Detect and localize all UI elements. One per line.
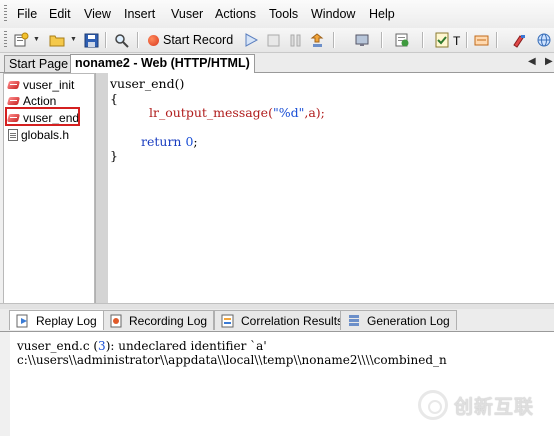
toolbar-separator [333, 32, 335, 48]
code-return-keyword: return [141, 134, 182, 149]
tab-recording-log[interactable]: Recording Log [103, 310, 215, 330]
tab-recording-log-label: Recording Log [129, 313, 208, 328]
tree-item-label: Action [23, 94, 57, 108]
stop-icon[interactable] [265, 31, 281, 49]
toolbar-t-label: T [453, 34, 461, 48]
play-icon[interactable] [243, 31, 259, 49]
rendezvous-icon[interactable] [473, 31, 489, 49]
toolbar-separator [137, 32, 139, 48]
document-tabs: Start Page noname2 - Web (HTTP/HTML) ◀ ▶ [0, 53, 554, 73]
code-line-close-brace: } [110, 148, 118, 163]
runtime-settings-icon[interactable] [353, 31, 371, 49]
new-dropdown-icon[interactable]: ▼ [33, 36, 40, 43]
tab-generation-log-label: Generation Log [367, 313, 450, 328]
start-record-label: Start Record [163, 33, 234, 47]
log-error-prefix: vuser_end.c ( [17, 339, 99, 353]
menu-tools[interactable]: Tools [269, 7, 298, 21]
new-script-icon[interactable] [12, 31, 30, 49]
menu-vuser[interactable]: Vuser [171, 7, 203, 21]
toolbar-separator [466, 32, 468, 48]
record-icon [148, 34, 159, 46]
log-error-line-number: 3 [98, 339, 106, 353]
web-icon[interactable] [535, 31, 553, 49]
menu-grip[interactable] [4, 5, 7, 23]
menu-help[interactable]: Help [369, 7, 395, 21]
find-icon[interactable] [112, 31, 130, 49]
tab-noname2[interactable]: noname2 - Web (HTTP/HTML) [70, 54, 255, 73]
highlight-annotation-box [5, 107, 80, 126]
tree-item-vuser-init[interactable]: vuser_init [8, 77, 74, 93]
highlight-icon[interactable] [510, 31, 528, 49]
toolbar-separator [496, 32, 498, 48]
add-step-icon[interactable] [393, 31, 411, 49]
tab-correlation-results[interactable]: Correlation Results [214, 310, 351, 330]
code-call-args: ,a); [304, 105, 325, 120]
tab-correlation-results-label: Correlation Results [241, 313, 344, 328]
tab-noname2-label: noname2 - Web (HTTP/HTML) [75, 56, 250, 70]
menu-edit-label: Edit [49, 7, 71, 21]
toolbar-separator [422, 32, 424, 48]
toolbar-grip[interactable] [4, 31, 7, 49]
watermark-text: 创新互联 [454, 396, 535, 418]
save-icon[interactable] [82, 31, 100, 49]
menu-view[interactable]: View [84, 7, 111, 21]
code-line-output-message: lr_output_message("%d",a); [149, 105, 325, 120]
menu-actions-label: Actions [215, 7, 256, 21]
transaction-icon[interactable] [434, 31, 450, 49]
menu-file-label: File [17, 7, 38, 21]
compile-icon[interactable] [309, 31, 325, 49]
output-tabs: Replay Log Recording Log Correlation Res… [0, 309, 554, 332]
action-icon [8, 80, 20, 90]
code-line-signature: vuser_end() [110, 76, 185, 91]
log-line-error: vuser_end.c (3): undeclared identifier `… [17, 339, 267, 353]
menu-window[interactable]: Window [311, 7, 355, 21]
tab-replay-log[interactable]: Replay Log [9, 310, 104, 330]
header-file-icon [8, 129, 18, 141]
menu-insert[interactable]: Insert [124, 7, 155, 21]
action-icon [8, 96, 20, 106]
toolbar: ▼ ▼ Start Record T [0, 28, 554, 53]
tree-item-label: globals.h [21, 128, 70, 142]
tree-item-label: vuser_init [23, 78, 75, 92]
toolbar-separator [381, 32, 383, 48]
tab-start-page-label: Start Page [9, 57, 69, 71]
code-semicolon: ; [193, 134, 198, 149]
tab-scroll-left-icon[interactable]: ◀ [528, 56, 536, 67]
tab-replay-log-label: Replay Log [36, 313, 97, 328]
recording-log-icon [110, 314, 122, 327]
tree-item-globals[interactable]: globals.h [8, 127, 69, 143]
tab-start-page[interactable]: Start Page [4, 55, 74, 72]
menu-tools-label: Tools [269, 7, 299, 21]
generation-log-icon [349, 314, 359, 326]
watermark-logo-icon [418, 390, 448, 420]
menu-view-label: View [84, 7, 111, 21]
watermark: 创新互联 [418, 388, 534, 422]
menu-file[interactable]: File [17, 7, 37, 21]
menu-edit[interactable]: Edit [49, 7, 71, 21]
menu-insert-label: Insert [124, 7, 156, 21]
menu-actions[interactable]: Actions [215, 7, 256, 21]
start-record-button[interactable]: Start Record [148, 31, 233, 49]
log-error-message: ): undeclared identifier `a' [105, 339, 267, 353]
open-dropdown-icon[interactable]: ▼ [70, 36, 77, 43]
code-function-name: lr_output_message( [149, 105, 273, 120]
tab-generation-log[interactable]: Generation Log [340, 310, 457, 330]
open-folder-icon[interactable] [48, 31, 66, 49]
code-format-string: "%d" [272, 105, 305, 120]
correlation-icon [221, 314, 234, 327]
menu-window-label: Window [311, 7, 356, 21]
replay-log-icon [16, 314, 28, 327]
vertical-splitter[interactable] [95, 73, 109, 303]
log-line-path: c:\\users\\administrator\\appdata\\local… [17, 353, 447, 367]
toolbar-separator [105, 32, 107, 48]
menu-help-label: Help [369, 7, 395, 21]
code-line-open-brace: { [110, 91, 118, 106]
tab-scroll-right-icon[interactable]: ▶ [545, 56, 553, 67]
menu-bar: File Edit View Insert Vuser Actions Tool… [0, 0, 554, 29]
code-editor[interactable]: vuser_end() { lr_output_message("%d",a);… [108, 73, 554, 303]
menu-vuser-label: Vuser [171, 7, 204, 21]
pause-icon[interactable] [287, 31, 303, 49]
code-line-return: return 0; [141, 134, 198, 149]
